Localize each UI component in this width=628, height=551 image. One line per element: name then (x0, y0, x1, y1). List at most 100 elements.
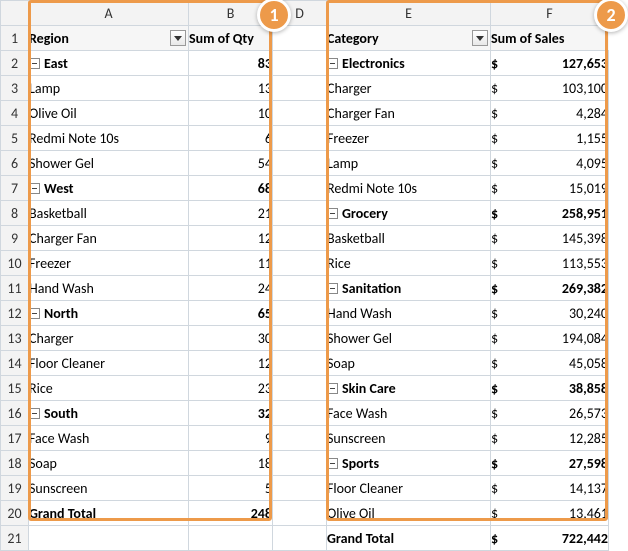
row-header[interactable]: 7 (1, 176, 29, 201)
category-item-value[interactable]: 194,084 (527, 326, 609, 351)
empty-cell[interactable] (273, 376, 327, 401)
row-header[interactable]: 17 (1, 426, 29, 451)
category-item-value[interactable]: 145,398 (527, 226, 609, 251)
category-item[interactable]: Charger Fan (327, 101, 491, 126)
grand-total-label[interactable]: Grand Total (29, 501, 189, 526)
category-group-total[interactable]: 127,653 (527, 51, 609, 76)
spreadsheet-grid[interactable]: A B D E F 1RegionSum of QtyCategorySum o… (0, 0, 609, 551)
row-header[interactable]: 19 (1, 476, 29, 501)
region-item[interactable]: Freezer (29, 251, 189, 276)
currency-symbol[interactable]: $ (491, 401, 527, 426)
region-item-value[interactable]: 24 (189, 276, 273, 301)
currency-symbol[interactable]: $ (491, 301, 527, 326)
grand-total-value[interactable]: 722,442 (527, 526, 609, 551)
region-item[interactable]: Floor Cleaner (29, 351, 189, 376)
region-item-value[interactable]: 6 (189, 126, 273, 151)
row-header[interactable]: 1 (1, 26, 29, 51)
empty-cell[interactable] (29, 526, 189, 551)
category-item-value[interactable]: 113,553 (527, 251, 609, 276)
row-header[interactable]: 18 (1, 451, 29, 476)
category-item-value[interactable]: 1,155 (527, 126, 609, 151)
category-item-value[interactable]: 4,095 (527, 151, 609, 176)
empty-cell[interactable] (273, 526, 327, 551)
currency-symbol[interactable]: $ (491, 226, 527, 251)
empty-cell[interactable] (273, 276, 327, 301)
region-group[interactable]: West (29, 176, 189, 201)
currency-symbol[interactable]: $ (491, 501, 527, 526)
category-item[interactable]: Floor Cleaner (327, 476, 491, 501)
category-item[interactable]: Charger (327, 76, 491, 101)
category-item-value[interactable]: 12,285 (527, 426, 609, 451)
category-group-total[interactable]: 258,951 (527, 201, 609, 226)
category-group[interactable]: Electronics (327, 51, 491, 76)
collapse-icon[interactable] (29, 58, 40, 69)
row-header[interactable]: 21 (1, 526, 29, 551)
region-item-value[interactable]: 54 (189, 151, 273, 176)
empty-cell[interactable] (273, 176, 327, 201)
empty-cell[interactable] (273, 76, 327, 101)
currency-symbol[interactable]: $ (491, 476, 527, 501)
region-item-value[interactable]: 13 (189, 76, 273, 101)
row-header[interactable]: 13 (1, 326, 29, 351)
region-group[interactable]: East (29, 51, 189, 76)
empty-cell[interactable] (273, 51, 327, 76)
row-header[interactable]: 11 (1, 276, 29, 301)
col-header-F[interactable]: F (491, 1, 609, 26)
region-group-total[interactable]: 83 (189, 51, 273, 76)
region-item-value[interactable]: 5 (189, 476, 273, 501)
region-item[interactable]: Basketball (29, 201, 189, 226)
collapse-icon[interactable] (29, 408, 40, 419)
grand-total-value[interactable]: 248 (189, 501, 273, 526)
region-item[interactable]: Rice (29, 376, 189, 401)
empty-cell[interactable] (273, 101, 327, 126)
category-item[interactable]: Shower Gel (327, 326, 491, 351)
currency-symbol[interactable]: $ (491, 201, 527, 226)
pivot-sumsales-header[interactable]: Sum of Sales (491, 26, 609, 51)
region-item-value[interactable]: 10 (189, 101, 273, 126)
currency-symbol[interactable]: $ (491, 126, 527, 151)
region-item[interactable]: Shower Gel (29, 151, 189, 176)
empty-cell[interactable] (273, 151, 327, 176)
currency-symbol[interactable]: $ (491, 251, 527, 276)
region-item-value[interactable]: 30 (189, 326, 273, 351)
row-header[interactable]: 2 (1, 51, 29, 76)
category-group[interactable]: Sanitation (327, 276, 491, 301)
pivot-sumqty-header[interactable]: Sum of Qty (189, 26, 273, 51)
region-item[interactable]: Hand Wash (29, 276, 189, 301)
category-group[interactable]: Grocery (327, 201, 491, 226)
region-item-value[interactable]: 12 (189, 351, 273, 376)
pivot-category-header[interactable]: Category (327, 26, 491, 51)
empty-cell[interactable] (273, 426, 327, 451)
empty-cell[interactable] (273, 401, 327, 426)
row-header[interactable]: 10 (1, 251, 29, 276)
collapse-icon[interactable] (327, 208, 338, 219)
collapse-icon[interactable] (29, 308, 40, 319)
empty-cell[interactable] (189, 526, 273, 551)
row-header[interactable]: 14 (1, 351, 29, 376)
collapse-icon[interactable] (327, 458, 338, 469)
category-item[interactable]: Hand Wash (327, 301, 491, 326)
empty-cell[interactable] (273, 501, 327, 526)
region-item[interactable]: Olive Oil (29, 101, 189, 126)
category-item-value[interactable]: 103,100 (527, 76, 609, 101)
collapse-icon[interactable] (327, 58, 338, 69)
empty-cell[interactable] (273, 351, 327, 376)
region-item-value[interactable]: 9 (189, 426, 273, 451)
region-group[interactable]: South (29, 401, 189, 426)
category-item-value[interactable]: 45,058 (527, 351, 609, 376)
currency-symbol[interactable]: $ (491, 351, 527, 376)
category-item[interactable]: Sunscreen (327, 426, 491, 451)
empty-cell[interactable] (273, 226, 327, 251)
empty-cell[interactable] (273, 451, 327, 476)
empty-cell[interactable] (273, 301, 327, 326)
region-item-value[interactable]: 21 (189, 201, 273, 226)
region-group-total[interactable]: 65 (189, 301, 273, 326)
category-group-total[interactable]: 38,858 (527, 376, 609, 401)
currency-symbol[interactable]: $ (491, 276, 527, 301)
row-header[interactable]: 6 (1, 151, 29, 176)
grand-total-label[interactable]: Grand Total (327, 526, 491, 551)
category-item[interactable]: Basketball (327, 226, 491, 251)
row-header[interactable]: 4 (1, 101, 29, 126)
currency-symbol[interactable]: $ (491, 426, 527, 451)
currency-symbol[interactable]: $ (491, 176, 527, 201)
